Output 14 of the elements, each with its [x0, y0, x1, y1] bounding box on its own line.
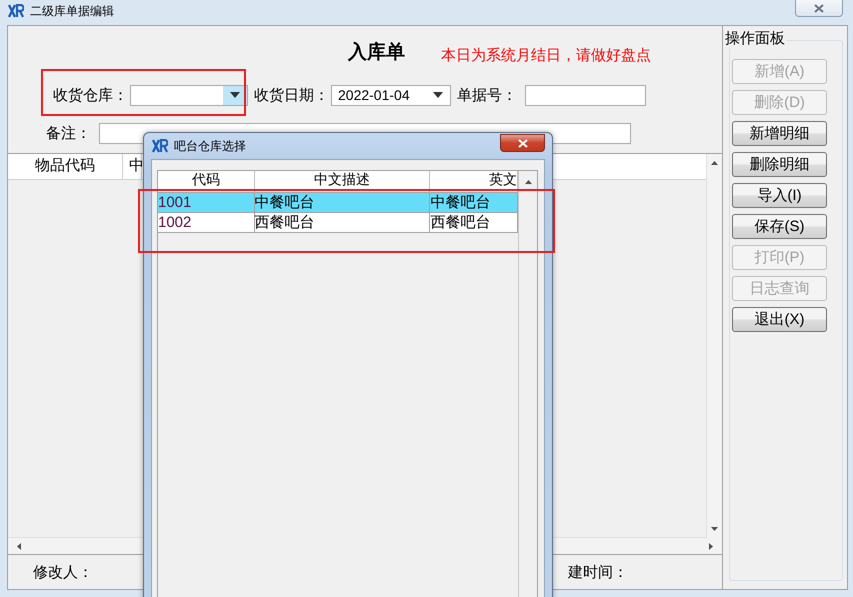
panel-title: 操作面板 [725, 29, 787, 48]
field-label: 单据号： [457, 86, 517, 104]
field-label: 备注： [46, 124, 91, 142]
window-title: 二级库单据编辑 [30, 2, 114, 20]
notice-text: 本日为系统月结日，请做好盘点 [441, 46, 651, 66]
form-title: 入库单 [348, 40, 405, 65]
table-cell: 1002 [158, 213, 255, 233]
footer-label: 修改人： [33, 562, 93, 582]
footer-label: 建时间： [568, 562, 628, 582]
field-label: 收货日期： [254, 86, 329, 104]
dialog-title: 吧台仓库选择 [174, 138, 246, 154]
field-label: 收货仓库： [53, 86, 128, 104]
table-cell: 西餐吧台 [254, 213, 430, 233]
table-cell: 西餐吧台 [430, 213, 518, 233]
